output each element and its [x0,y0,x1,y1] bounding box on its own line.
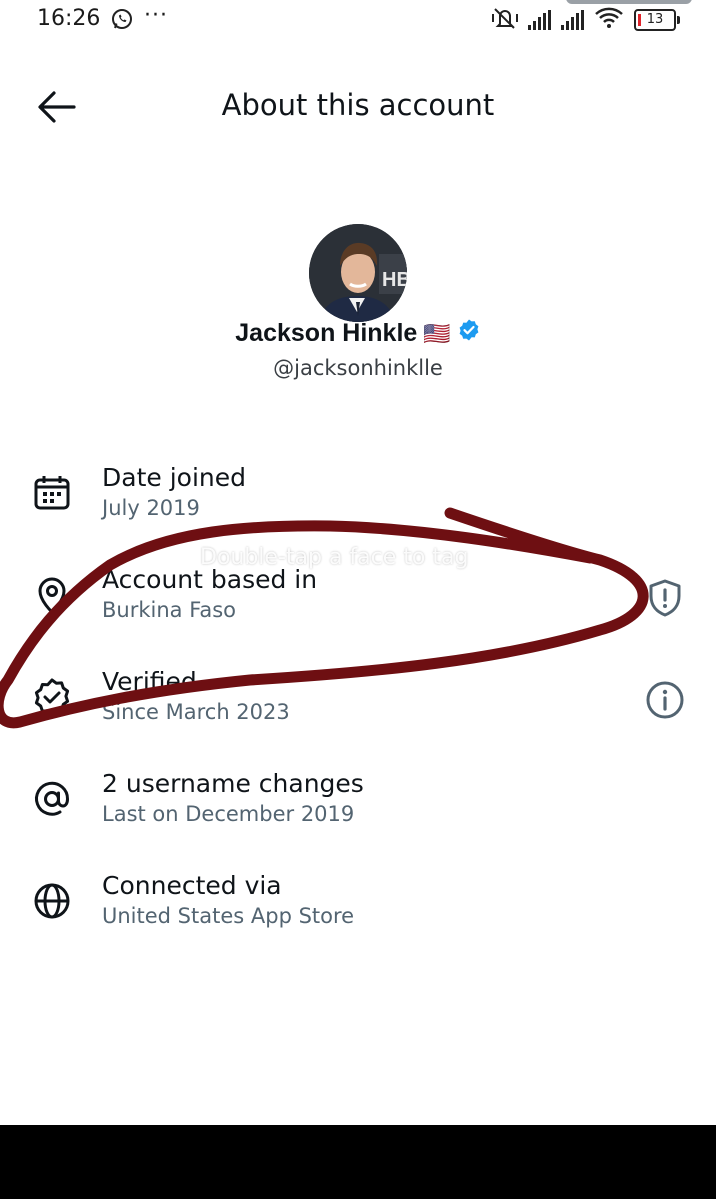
signal-1-icon [528,10,551,30]
info-row-subtitle: Burkina Faso [102,598,237,622]
display-name: Jackson Hinkle 🇺🇸 [0,318,716,349]
status-time: 16:26 [37,6,101,31]
info-button[interactable] [644,679,686,721]
status-bar: 16:26 ··· 13 [0,0,716,40]
info-row-date-joined: Date joined July 2019 [0,445,716,541]
face-tag-hint: Double-tap a face to tag [200,545,469,570]
calendar-icon [32,473,72,513]
battery-icon: 13 [634,9,680,31]
info-icon [646,681,684,719]
info-row-connected-via: Connected via United States App Store [0,853,716,949]
location-pin-icon [32,575,72,615]
info-row-username-changes: 2 username changes Last on December 2019 [0,751,716,847]
info-row-title: Date joined [102,463,246,492]
info-row-subtitle: July 2019 [102,496,200,520]
system-nav-bar [0,1125,716,1199]
top-bar: About this account [0,70,716,142]
us-flag-emoji: 🇺🇸 [423,320,451,346]
more-notifications-icon: ··· [144,3,168,28]
whatsapp-icon [110,7,134,35]
status-pill [566,0,692,4]
info-row-title: Verified [102,667,197,696]
globe-icon [32,881,72,921]
shield-alert-icon [649,579,681,617]
info-row-title: 2 username changes [102,769,364,798]
verified-badge-icon [457,318,481,349]
shield-alert-button[interactable] [644,577,686,619]
status-indicators: 13 [492,6,680,34]
info-row-subtitle: Since March 2023 [102,700,290,724]
info-row-verified: Verified Since March 2023 [0,649,716,745]
avatar-background-text: HB [382,269,407,291]
info-row-title: Connected via [102,871,282,900]
signal-2-icon [561,10,584,30]
avatar[interactable]: HB [309,224,407,322]
profile-handle: @jacksonhinklle [273,356,443,380]
at-sign-icon [32,779,72,819]
page-title: About this account [221,88,495,122]
wifi-icon [594,7,624,33]
info-row-subtitle: Last on December 2019 [102,802,355,826]
info-row-subtitle: United States App Store [102,904,355,928]
profile-name: Jackson Hinkle [235,319,418,347]
verified-badge-icon [32,677,72,717]
mute-vibrate-icon [492,6,518,34]
